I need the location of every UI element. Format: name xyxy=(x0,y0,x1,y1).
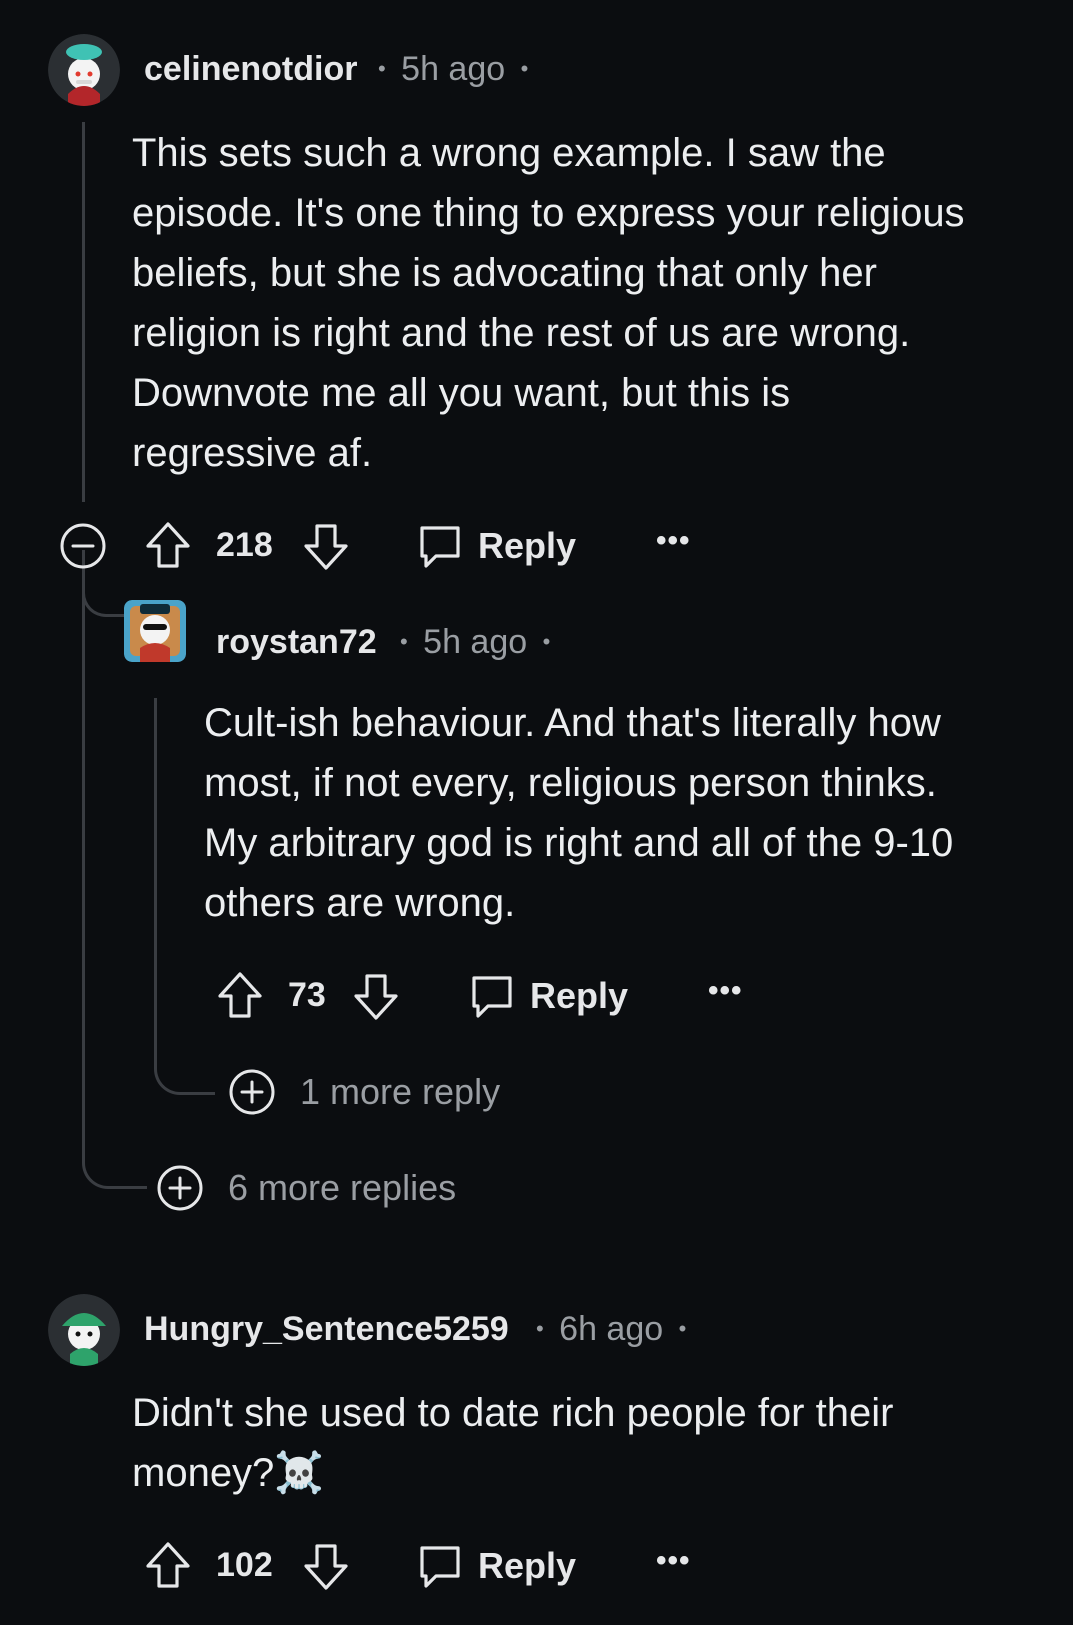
comment-body-line-last: money?☠️ xyxy=(132,1443,893,1503)
expand-plus-icon xyxy=(228,1068,276,1116)
comment-body-line: religion is right and the rest of us are… xyxy=(132,311,911,355)
vote-score: 102 xyxy=(216,1546,273,1584)
comment-bubble-icon xyxy=(468,972,516,1020)
comment-body-line: regressive af. xyxy=(132,431,373,475)
downvote-icon[interactable] xyxy=(352,972,400,1022)
comment-body-line: most, if not every, religious person thi… xyxy=(204,761,937,805)
snoo-avatar-icon[interactable] xyxy=(124,600,186,662)
more-horizontal-icon[interactable]: ••• xyxy=(656,524,691,558)
reply-button[interactable]: Reply xyxy=(468,970,628,1022)
comment-body-line: My arbitrary god is right and all of the… xyxy=(204,821,954,865)
thread-curve-more-replies xyxy=(82,1120,147,1189)
username[interactable]: roystan72 xyxy=(216,623,377,662)
thread-curve-reply xyxy=(82,580,127,617)
more-replies-label: 6 more replies xyxy=(228,1167,457,1208)
reply-label: Reply xyxy=(478,525,577,566)
skull-crossbones-emoji: ☠️ xyxy=(274,1451,325,1495)
meta-separator: • xyxy=(400,629,408,654)
comment-bubble-icon xyxy=(416,1542,464,1590)
upvote-icon[interactable] xyxy=(144,520,192,570)
comment-meta: • 6h ago • xyxy=(536,1310,686,1349)
meta-separator: • xyxy=(542,629,551,654)
more-replies-button[interactable]: 6 more replies xyxy=(156,1164,456,1212)
thread-line-main-lower xyxy=(82,550,85,1140)
more-horizontal-icon[interactable]: ••• xyxy=(708,974,743,1008)
reply-label: Reply xyxy=(530,975,629,1016)
upvote-icon[interactable] xyxy=(144,1540,192,1590)
more-replies-button[interactable]: 1 more reply xyxy=(228,1068,500,1116)
comment-body-line: beliefs, but she is advocating that only… xyxy=(132,251,877,295)
downvote-icon[interactable] xyxy=(302,1542,350,1592)
comment-body-line: Didn't she used to date rich people for … xyxy=(132,1391,894,1435)
comment-body: This sets such a wrong example. I saw th… xyxy=(132,123,965,483)
more-horizontal-icon[interactable]: ••• xyxy=(656,1544,691,1578)
comment-time: 5h ago xyxy=(401,50,506,88)
comment-bubble-icon xyxy=(416,522,464,570)
meta-separator: • xyxy=(536,1316,544,1341)
comment-meta: • 5h ago • xyxy=(400,623,550,662)
comment-body-line: This sets such a wrong example. I saw th… xyxy=(132,131,886,175)
meta-separator: • xyxy=(378,56,386,81)
comment-body-line: Cult-ish behaviour. And that's literally… xyxy=(204,701,941,745)
comment-body-line: episode. It's one thing to express your … xyxy=(132,191,965,235)
comment-body-line: Downvote me all you want, but this is xyxy=(132,371,791,415)
upvote-icon[interactable] xyxy=(216,970,264,1020)
username[interactable]: celinenotdior xyxy=(144,50,357,89)
expand-plus-icon xyxy=(156,1164,204,1212)
more-replies-label: 1 more reply xyxy=(300,1071,501,1112)
reply-label: Reply xyxy=(478,1545,577,1586)
comment-time: 6h ago xyxy=(559,1310,664,1348)
downvote-icon[interactable] xyxy=(302,522,350,572)
comment-body: Didn't she used to date rich people for … xyxy=(132,1383,893,1503)
vote-score: 218 xyxy=(216,526,273,564)
comment-body-text: money? xyxy=(132,1451,275,1495)
snoo-avatar-icon[interactable] xyxy=(48,34,120,106)
meta-separator: • xyxy=(678,1316,687,1341)
username[interactable]: Hungry_Sentence5259 xyxy=(144,1310,509,1349)
comment-body: Cult-ish behaviour. And that's literally… xyxy=(204,693,953,933)
comment-body-line: others are wrong. xyxy=(204,881,516,925)
thread-line-main xyxy=(82,122,85,502)
snoo-avatar-icon[interactable] xyxy=(48,1294,120,1366)
collapse-icon[interactable] xyxy=(59,522,107,570)
comment-meta: • 5h ago • xyxy=(378,50,528,89)
vote-score: 73 xyxy=(288,976,326,1014)
reply-button[interactable]: Reply xyxy=(416,1540,576,1592)
comment-time: 5h ago xyxy=(423,623,528,661)
reply-button[interactable]: Reply xyxy=(416,520,576,572)
meta-separator: • xyxy=(520,56,529,81)
